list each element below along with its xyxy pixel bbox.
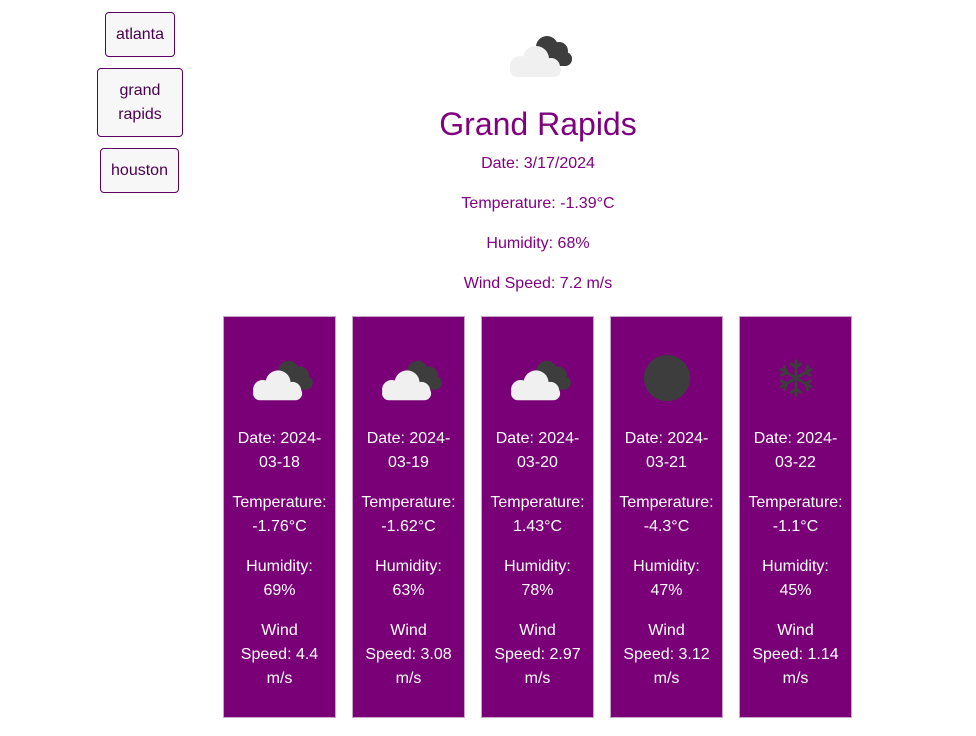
cloudy-icon	[373, 355, 445, 405]
forecast-date: Date: 2024- 03-20	[495, 430, 580, 471]
forecast-temperature: Temperature: -1.1°C	[748, 494, 843, 535]
current-temperature: Temperature: -1.39°C	[461, 195, 615, 212]
cloudy-icon	[244, 355, 316, 405]
overcast-icon	[631, 355, 703, 405]
city-button-atlanta[interactable]: atlanta	[105, 12, 175, 57]
forecast-card: Date: 2024- 03-22 Temperature: -1.1°C Humi…	[739, 316, 852, 718]
snowflake-icon	[760, 355, 832, 405]
forecast-date: Date: 2024- 03-19	[366, 430, 451, 471]
current-wind-speed: Wind Speed: 7.2 m/s	[463, 275, 613, 292]
forecast-card: Date: 2024- 03-21 Temperature: -4.3°C Humi…	[610, 316, 723, 718]
forecast-date: Date: 2024- 03-22	[753, 430, 838, 471]
forecast-wind-speed: Wind Speed: 2.97 m/s	[494, 622, 581, 687]
forecast-humidity: Humidity: 78%	[504, 558, 571, 599]
forecast-card: Date: 2024- 03-18 Temperature: -1.76°C Hum…	[223, 316, 336, 718]
forecast-humidity: Humidity: 69%	[246, 558, 313, 599]
city-button-label: atlanta	[115, 25, 165, 43]
forecast-wind-speed: Wind Speed: 3.12 m/s	[623, 622, 710, 687]
city-button-label: houston	[111, 161, 168, 179]
city-button-grand-rapids[interactable]: grand rapids	[97, 68, 183, 137]
cloudy-icon	[502, 30, 574, 82]
current-date: Date: 3/17/2024	[481, 155, 595, 172]
forecast-humidity: Humidity: 45%	[762, 558, 829, 599]
cloudy-icon	[502, 355, 574, 405]
city-button-label-line2: rapids	[118, 105, 162, 123]
forecast-humidity: Humidity: 63%	[375, 558, 442, 599]
forecast-date: Date: 2024- 03-18	[237, 430, 322, 471]
current-humidity: Humidity: 68%	[486, 235, 590, 252]
forecast-card: Date: 2024- 03-19 Temperature: -1.62°C Hum…	[352, 316, 465, 718]
forecast-list: Date: 2024- 03-18 Temperature: -1.76°C Hum…	[223, 316, 853, 718]
city-button-label-line1: grand	[119, 81, 161, 99]
city-button-houston[interactable]: houston	[100, 148, 179, 193]
forecast-wind-speed: Wind Speed: 3.08 m/s	[365, 622, 452, 687]
forecast-card: Date: 2024- 03-20 Temperature: 1.43°C Humi…	[481, 316, 594, 718]
forecast-humidity: Humidity: 47%	[633, 558, 700, 599]
city-title: Grand Rapids	[439, 106, 637, 142]
forecast-wind-speed: Wind Speed: 1.14 m/s	[752, 622, 839, 687]
forecast-temperature: Temperature: -1.62°C	[361, 494, 456, 535]
forecast-wind-speed: Wind Speed: 4.4 m/s	[240, 622, 319, 687]
forecast-date: Date: 2024- 03-21	[624, 430, 709, 471]
forecast-temperature: Temperature: -4.3°C	[619, 494, 714, 535]
forecast-temperature: Temperature: -1.76°C	[232, 494, 327, 535]
forecast-temperature: Temperature: 1.43°C	[490, 494, 585, 535]
